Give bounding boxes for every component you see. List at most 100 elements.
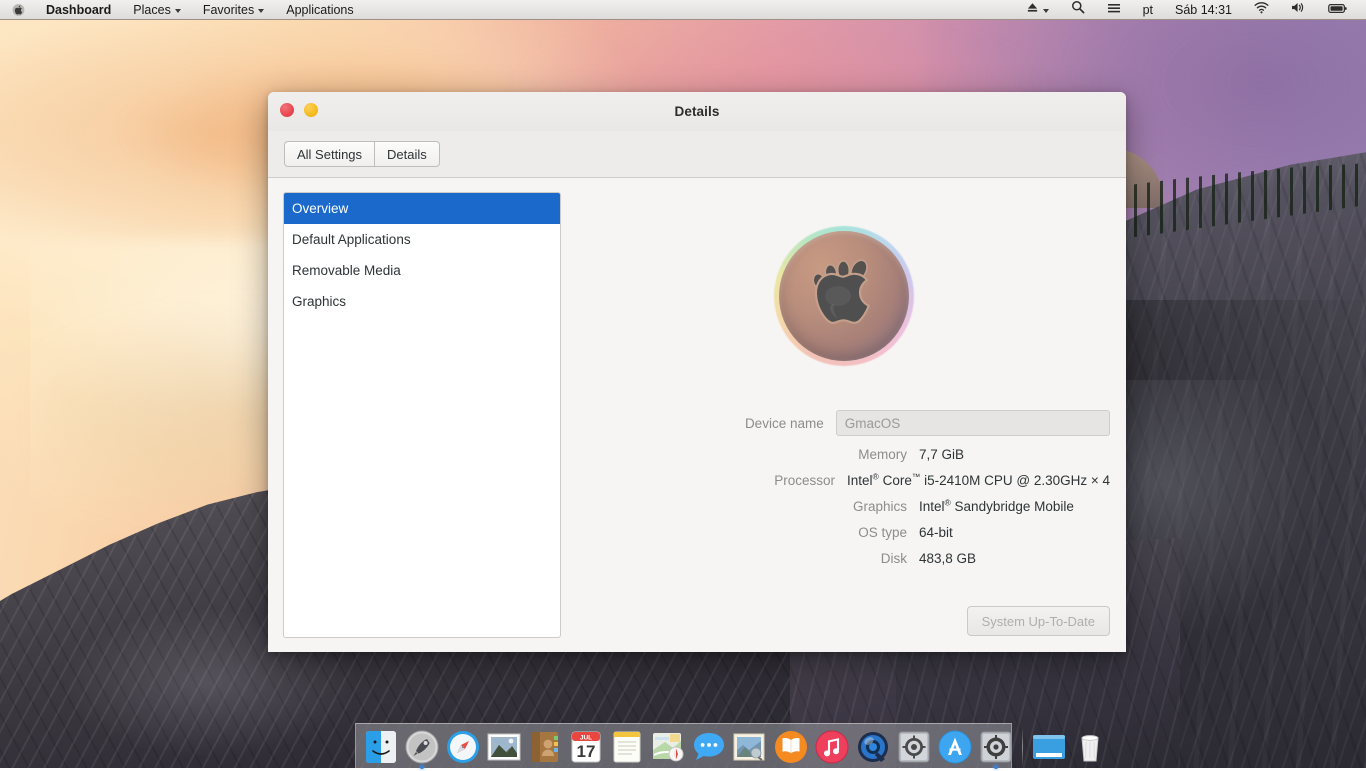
detail-label: Memory xyxy=(561,447,919,462)
dock-item-launchpad[interactable] xyxy=(403,728,441,766)
detail-row-os-type: OS type 64-bit xyxy=(561,525,1110,540)
menu-item-favorites[interactable]: Favorites xyxy=(192,0,275,20)
chevron-down-icon xyxy=(175,9,181,13)
menu-item-places[interactable]: Places xyxy=(122,0,192,20)
dock-item-calendar[interactable]: JUL 17 xyxy=(567,728,605,766)
dock-item-ibooks[interactable] xyxy=(772,728,810,766)
dock-item-photos[interactable] xyxy=(731,728,769,766)
window-toolbar: All Settings Details xyxy=(268,131,1126,178)
window-titlebar[interactable]: Details xyxy=(268,92,1126,131)
all-settings-button[interactable]: All Settings xyxy=(284,141,375,167)
dock-item-quicktime[interactable] xyxy=(854,728,892,766)
clock-label: Sáb 14:31 xyxy=(1175,0,1232,20)
window-title: Details xyxy=(268,104,1126,119)
detail-value: Intel® Sandybridge Mobile xyxy=(919,499,1074,514)
detail-value: Intel® Core™ i5-2410M CPU @ 2.30GHz × 4 xyxy=(847,473,1110,488)
wifi-menu-button[interactable] xyxy=(1243,0,1280,20)
details-button[interactable]: Details xyxy=(375,141,440,167)
system-up-to-date-button[interactable]: System Up-To-Date xyxy=(967,606,1110,636)
window-body: Overview Default Applications Removable … xyxy=(268,178,1126,652)
svg-text:17: 17 xyxy=(577,742,596,761)
menu-item-label: Applications xyxy=(286,0,353,20)
sidebar-item-removable-media[interactable]: Removable Media xyxy=(284,255,560,286)
detail-label: Graphics xyxy=(561,499,919,514)
dock-item-trash[interactable] xyxy=(1071,728,1109,766)
running-indicator xyxy=(994,765,998,769)
menu-bar-status-group: pt Sáb 14:31 xyxy=(1015,0,1366,20)
menu-item-label: Dashboard xyxy=(46,0,111,20)
dock-item-mail[interactable] xyxy=(485,728,523,766)
dock-item-maps[interactable] xyxy=(649,728,687,766)
top-menu-bar: Dashboard Places Favorites Applications xyxy=(0,0,1366,20)
dock-item-app-store[interactable] xyxy=(936,728,974,766)
apple-gnome-foot-icon xyxy=(774,226,914,366)
notification-center-button[interactable] xyxy=(1096,0,1132,20)
chevron-down-icon xyxy=(1043,9,1049,13)
device-name-input[interactable]: GmacOS xyxy=(836,410,1110,436)
details-window: Details All Settings Details Overview De… xyxy=(268,92,1126,652)
hamburger-menu-icon xyxy=(1107,0,1121,20)
detail-row-device-name: Device name GmacOS xyxy=(561,410,1110,436)
clock[interactable]: Sáb 14:31 xyxy=(1164,0,1243,20)
dock-item-settings[interactable] xyxy=(977,728,1015,766)
close-button[interactable] xyxy=(280,103,294,117)
keyboard-layout-indicator[interactable]: pt xyxy=(1132,0,1164,20)
settings-sidebar: Overview Default Applications Removable … xyxy=(283,192,561,638)
dock-divider xyxy=(1022,729,1023,765)
dock-item-messages[interactable] xyxy=(690,728,728,766)
gmacos-logo xyxy=(774,226,914,366)
apple-logo-icon xyxy=(12,3,25,17)
dock-item-system-preferences[interactable] xyxy=(895,728,933,766)
detail-value: 7,7 GiB xyxy=(919,447,964,462)
detail-row-processor: Processor Intel® Core™ i5-2410M CPU @ 2.… xyxy=(561,473,1110,488)
overview-panel: Device name GmacOS Memory 7,7 GiB Proces… xyxy=(561,178,1126,652)
sidebar-item-label: Default Applications xyxy=(292,232,411,247)
detail-row-graphics: Graphics Intel® Sandybridge Mobile xyxy=(561,499,1110,514)
detail-value: 64-bit xyxy=(919,525,953,540)
volume-menu-button[interactable] xyxy=(1280,0,1317,20)
apple-menu-button[interactable] xyxy=(0,0,35,20)
device-details-table: Device name GmacOS Memory 7,7 GiB Proces… xyxy=(561,410,1110,577)
dock-item-downloads-stack[interactable] xyxy=(1030,728,1068,766)
detail-label: OS type xyxy=(561,525,919,540)
sidebar-item-label: Removable Media xyxy=(292,263,401,278)
dock-item-finder[interactable] xyxy=(362,728,400,766)
menu-item-label: Places xyxy=(133,0,171,20)
search-icon xyxy=(1071,0,1085,20)
dock-item-itunes[interactable] xyxy=(813,728,851,766)
wifi-icon xyxy=(1254,0,1269,20)
running-indicator xyxy=(420,765,424,769)
sidebar-item-default-applications[interactable]: Default Applications xyxy=(284,224,560,255)
breadcrumb: All Settings Details xyxy=(284,141,440,167)
eject-menu-button[interactable] xyxy=(1015,0,1060,20)
menu-item-dashboard[interactable]: Dashboard xyxy=(35,0,122,20)
dock-item-contacts[interactable] xyxy=(526,728,564,766)
dock-item-notes[interactable] xyxy=(608,728,646,766)
spotlight-search-button[interactable] xyxy=(1060,0,1096,20)
detail-row-disk: Disk 483,8 GB xyxy=(561,551,1110,566)
minimize-button[interactable] xyxy=(304,103,318,117)
svg-text:JUL: JUL xyxy=(580,734,592,741)
keyboard-layout-label: pt xyxy=(1143,0,1153,20)
detail-row-memory: Memory 7,7 GiB xyxy=(561,447,1110,462)
battery-menu-button[interactable] xyxy=(1317,0,1358,20)
dock: JUL 17 xyxy=(355,723,1012,768)
battery-icon xyxy=(1328,0,1347,20)
update-button-row: System Up-To-Date xyxy=(967,606,1110,636)
sidebar-item-graphics[interactable]: Graphics xyxy=(284,286,560,317)
eject-icon xyxy=(1026,0,1039,20)
menu-bar-left-group: Dashboard Places Favorites Applications xyxy=(0,0,365,20)
detail-value: 483,8 GB xyxy=(919,551,976,566)
sidebar-item-overview[interactable]: Overview xyxy=(284,193,560,224)
sidebar-item-label: Overview xyxy=(292,201,348,216)
detail-label: Processor xyxy=(561,473,847,488)
dock-item-safari[interactable] xyxy=(444,728,482,766)
menu-item-applications[interactable]: Applications xyxy=(275,0,364,20)
detail-label: Device name xyxy=(561,416,836,431)
menu-item-label: Favorites xyxy=(203,0,254,20)
sidebar-item-label: Graphics xyxy=(292,294,346,309)
chevron-down-icon xyxy=(258,9,264,13)
window-controls xyxy=(280,103,318,117)
volume-icon xyxy=(1291,0,1306,20)
detail-label: Disk xyxy=(561,551,919,566)
